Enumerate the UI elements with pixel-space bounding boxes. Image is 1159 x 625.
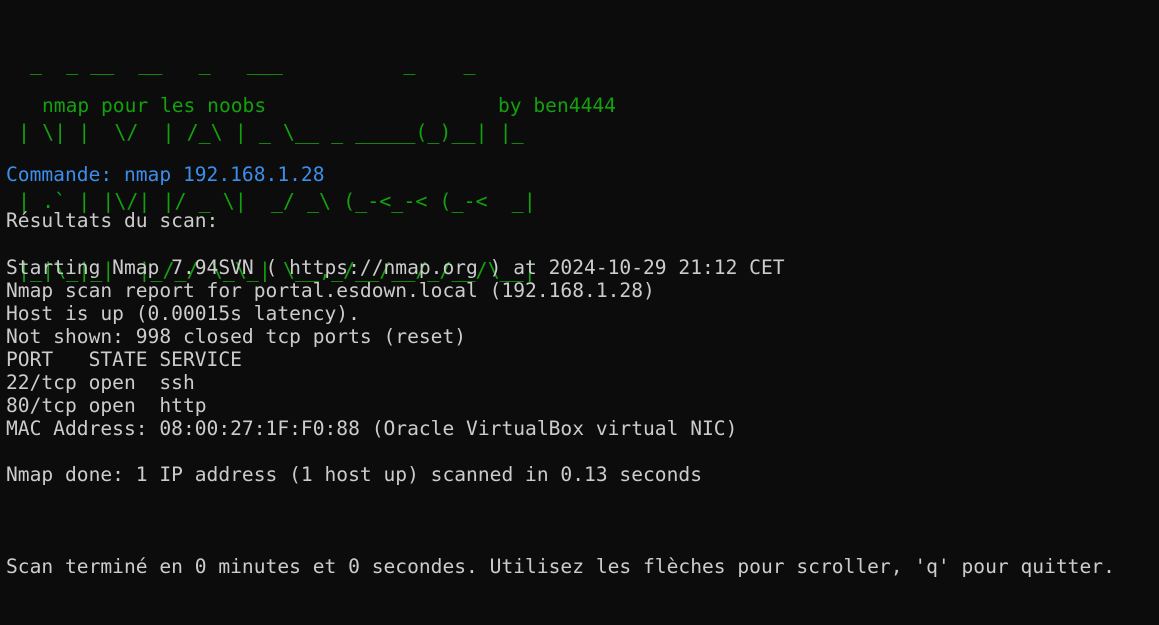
- output-line: MAC Address: 08:00:27:1F:F0:88 (Oracle V…: [6, 417, 738, 440]
- ascii-art-line: | \| | \/ | /_\ | _ \__ _ _____(_)__| |_: [18, 120, 524, 144]
- results-heading: Résultats du scan:: [6, 209, 219, 232]
- output-line: PORT STATE SERVICE: [6, 348, 242, 371]
- output-line: Starting Nmap 7.94SVN ( https://nmap.org…: [6, 256, 785, 279]
- terminal-window: _ _ __ __ _ ___ _ _ | \| | \/ | /_\ | _ …: [6, 0, 1156, 625]
- output-line: Not shown: 998 closed tcp ports (reset): [6, 325, 467, 348]
- banner-tagline: nmap pour les noobs: [42, 94, 267, 117]
- command-line: Commande: nmap 192.168.1.28: [6, 163, 325, 186]
- output-line: Nmap done: 1 IP address (1 host up) scan…: [6, 463, 702, 486]
- scan-output: Starting Nmap 7.94SVN ( https://nmap.org…: [6, 256, 785, 486]
- output-line: 22/tcp open ssh: [6, 371, 195, 394]
- status-footer: Scan terminé en 0 minutes et 0 secondes.…: [6, 555, 1115, 578]
- output-line: 80/tcp open http: [6, 394, 207, 417]
- output-line: Host is up (0.00015s latency).: [6, 302, 360, 325]
- output-line: Nmap scan report for portal.esdown.local…: [6, 279, 655, 302]
- banner-author: by ben4444: [498, 94, 616, 117]
- ascii-art-line: _ _ __ __ _ ___ _ _: [18, 51, 476, 75]
